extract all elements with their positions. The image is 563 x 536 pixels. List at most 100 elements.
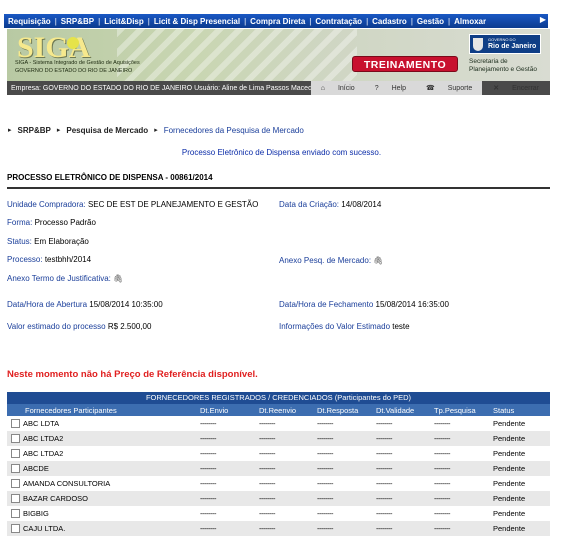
date-placeholder: --------	[317, 494, 333, 503]
phone-icon: ☎	[426, 85, 435, 92]
date-placeholder: --------	[259, 524, 275, 533]
row-checkbox[interactable]	[11, 464, 20, 473]
valor-value: R$ 2.500,00	[107, 322, 152, 331]
suppliers-table: FORNECEDORES REGISTRADOS / CREDENCIADOS …	[7, 392, 550, 536]
date-placeholder: --------	[200, 449, 216, 458]
unidade-label: Unidade Compradora:	[7, 200, 86, 209]
data-criacao-field: Data da Criação: 14/08/2014	[279, 200, 381, 209]
date-placeholder: --------	[376, 509, 392, 518]
supplier-name: ABCDE	[23, 464, 49, 473]
menu-srp-bp[interactable]: SRP&BP	[57, 17, 98, 26]
menu-compra-direta[interactable]: Compra Direta	[246, 17, 309, 26]
info-valor-field: Informações do Valor Estimado teste	[279, 322, 410, 331]
supplier-name: ABC LDTA	[23, 419, 60, 428]
breadcrumb-srp-bp[interactable]: SRP&BP	[18, 126, 51, 135]
date-placeholder: --------	[317, 509, 333, 518]
date-placeholder: --------	[317, 419, 333, 428]
date-placeholder: --------	[259, 509, 275, 518]
col-dt-envio: Dt.Envio	[200, 406, 229, 415]
paperclip-icon[interactable]: 🖇	[373, 256, 383, 265]
supplier-name: AMANDA CONSULTORIA	[23, 479, 111, 488]
date-placeholder: --------	[200, 479, 216, 488]
breadcrumb-current: Fornecedores da Pesquisa de Mercado	[163, 126, 304, 135]
forma-label: Forma:	[7, 218, 33, 227]
date-placeholder: --------	[317, 464, 333, 473]
date-placeholder: --------	[434, 449, 450, 458]
processo-field: Processo: testbhh/2014	[7, 255, 91, 264]
supplier-status: Pendente	[493, 464, 526, 473]
menu-cadastro[interactable]: Cadastro	[368, 17, 411, 26]
row-checkbox[interactable]	[11, 449, 20, 458]
supplier-status: Pendente	[493, 509, 526, 518]
gov-logo-name: Rio de Janeiro	[488, 43, 537, 50]
date-placeholder: --------	[434, 479, 450, 488]
status-value: Em Elaboração	[34, 237, 89, 246]
row-checkbox[interactable]	[11, 434, 20, 443]
menu-licit-disp-presencial[interactable]: Licit & Disp Presencial	[150, 17, 244, 26]
banner-decoration	[117, 29, 357, 81]
table-row: AMANDA CONSULTORIA -------- -------- ------…	[7, 476, 550, 491]
date-placeholder: --------	[376, 434, 392, 443]
menu-licit-disp[interactable]: Licit&Disp	[100, 17, 148, 26]
abertura-value: 15/08/2014 10:35:00	[89, 300, 163, 309]
menu-requisicao[interactable]: Requisição	[4, 17, 55, 26]
abertura-label: Data/Hora de Abertura	[7, 300, 88, 309]
supplier-name: ABC LTDA2	[23, 434, 64, 443]
col-dt-validade: Dt.Validade	[376, 406, 415, 415]
date-placeholder: --------	[200, 419, 216, 428]
processo-value: testbhh/2014	[44, 255, 92, 264]
success-message: Processo Eletrônico de Dispensa enviado …	[181, 148, 382, 157]
valor-label: Valor estimado do processo	[7, 322, 106, 331]
date-placeholder: --------	[376, 494, 392, 503]
date-placeholder: --------	[259, 449, 275, 458]
user-actions: ⌂ Início ? Help ☎ Suporte ✕ Encerrar	[310, 81, 550, 95]
top-navigation: Requisição | SRP&BP | Licit&Disp | Licit & …	[0, 0, 563, 29]
supplier-name: CAJU LTDA.	[23, 524, 66, 533]
page-title: PROCESSO ELETRÔNICO DE DISPENSA - 00861/…	[7, 173, 213, 182]
col-status: Status	[493, 406, 515, 415]
date-placeholder: --------	[259, 479, 275, 488]
title-divider	[7, 187, 550, 189]
table-caption: FORNECEDORES REGISTRADOS / CREDENCIADOS …	[7, 392, 550, 404]
unidade-field: Unidade Compradora: SEC DE EST DE PLANEJ…	[7, 200, 258, 209]
banner-subtitle-2: GOVERNO DO ESTADO DO RIO DE JANEIRO	[15, 68, 133, 74]
support-link[interactable]: ☎ Suporte	[416, 84, 482, 93]
table-header: Fornecedores Participantes Dt.Envio Dt.R…	[7, 404, 550, 416]
date-placeholder: --------	[434, 524, 450, 533]
menu-gestao[interactable]: Gestão	[413, 17, 448, 26]
supplier-status: Pendente	[493, 479, 526, 488]
menu-scroll-right-icon[interactable]: ▶	[540, 15, 546, 24]
help-link[interactable]: ? Help	[365, 85, 416, 92]
date-placeholder: --------	[259, 419, 275, 428]
training-badge: TREINAMENTO	[352, 56, 458, 72]
row-checkbox[interactable]	[11, 524, 20, 533]
secretaria-label-2: Planejamento e Gestão	[469, 66, 537, 73]
status-label: Status:	[7, 237, 32, 246]
data-criacao-value: 14/08/2014	[341, 200, 382, 209]
row-checkbox[interactable]	[11, 494, 20, 503]
forma-value: Processo Padrão	[34, 218, 96, 227]
anexo-pesq-label: Anexo Pesq. de Mercado:	[279, 256, 372, 265]
date-placeholder: --------	[376, 479, 392, 488]
date-placeholder: --------	[317, 479, 333, 488]
date-placeholder: --------	[200, 494, 216, 503]
breadcrumb-pesquisa[interactable]: Pesquisa de Mercado	[66, 126, 148, 135]
home-link[interactable]: ⌂ Início	[311, 85, 365, 92]
row-checkbox[interactable]	[11, 509, 20, 518]
breadcrumb-arrow-icon: ▸	[56, 127, 61, 134]
paperclip-icon[interactable]: 🖇	[113, 274, 123, 283]
menu-almoxarifado[interactable]: Almoxar	[450, 17, 490, 26]
breadcrumb-arrow-icon: ▸	[154, 127, 158, 134]
menu-contratacao[interactable]: Contratação	[311, 17, 366, 26]
date-placeholder: --------	[376, 449, 392, 458]
date-placeholder: --------	[376, 464, 392, 473]
table-row: ABCDE -------- -------- -------- -------- ---…	[7, 461, 550, 476]
table-body: ABC LDTA -------- -------- -------- --------…	[7, 416, 550, 536]
logout-button[interactable]: ✕ Encerrar	[482, 81, 550, 95]
processo-label: Processo:	[7, 255, 43, 264]
date-placeholder: --------	[434, 419, 450, 428]
coat-of-arms-icon	[473, 38, 483, 51]
close-icon: ✕	[493, 85, 500, 92]
row-checkbox[interactable]	[11, 479, 20, 488]
row-checkbox[interactable]	[11, 419, 20, 428]
